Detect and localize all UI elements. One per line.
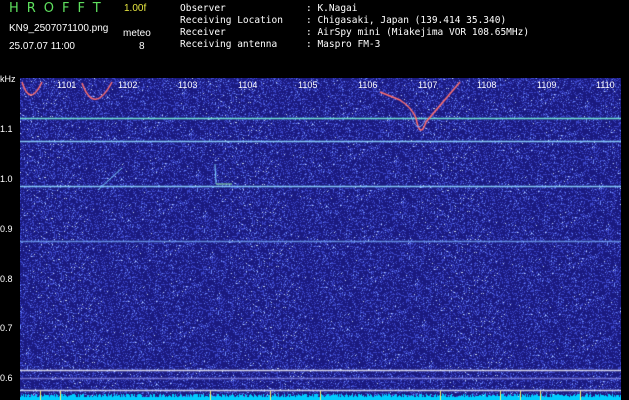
station-info-row: Receiving antenna: Maspro FM-3 (180, 39, 381, 50)
y-tick-label: 1.1 (0, 124, 13, 134)
meteor-count-label: meteo (123, 28, 151, 39)
station-info: Observer: K.Nagai Receiving Location: Ch… (180, 3, 529, 51)
version-label: 1.00f (124, 3, 147, 14)
y-tick-label: 1.0 (0, 174, 13, 184)
y-tick-label: 0.7 (0, 323, 13, 333)
y-tick-label: 0.6 (0, 373, 13, 383)
station-info-row: Observer: K.Nagai (180, 3, 358, 14)
x-tick-label: 1101 (57, 80, 77, 90)
x-tick-label: 1105 (298, 80, 318, 90)
header-panel: HROFFT 1.00f KN9_2507071100.png meteo 25… (0, 0, 629, 76)
x-tick-label: 1108 (477, 80, 497, 90)
app-logo: HROFFT (9, 1, 109, 16)
filename-label: KN9_2507071100.png (9, 23, 109, 34)
meteor-count-value: 8 (139, 41, 145, 52)
y-tick-label: 0.9 (0, 224, 13, 234)
x-tick-label: 1102 (118, 80, 138, 90)
x-tick-label: 1104 (238, 80, 258, 90)
x-tick-label: 1103 (178, 80, 198, 90)
timestamp-label: 25.07.07 11:00 (9, 41, 75, 52)
spectrogram-canvas (20, 78, 621, 400)
station-info-row: Receiver: AirSpy mini (Miakejima VOR 108… (180, 27, 530, 38)
y-tick-label: 0.8 (0, 274, 13, 284)
x-tick-label: 1109 (537, 80, 557, 90)
x-tick-label: 1106 (358, 80, 378, 90)
x-tick-label: 1107 (418, 80, 438, 90)
x-tick-label: 1110 (596, 80, 615, 90)
y-unit-label: kHz (0, 74, 16, 84)
station-info-row: Receiving Location: Chigasaki, Japan (13… (180, 15, 507, 26)
